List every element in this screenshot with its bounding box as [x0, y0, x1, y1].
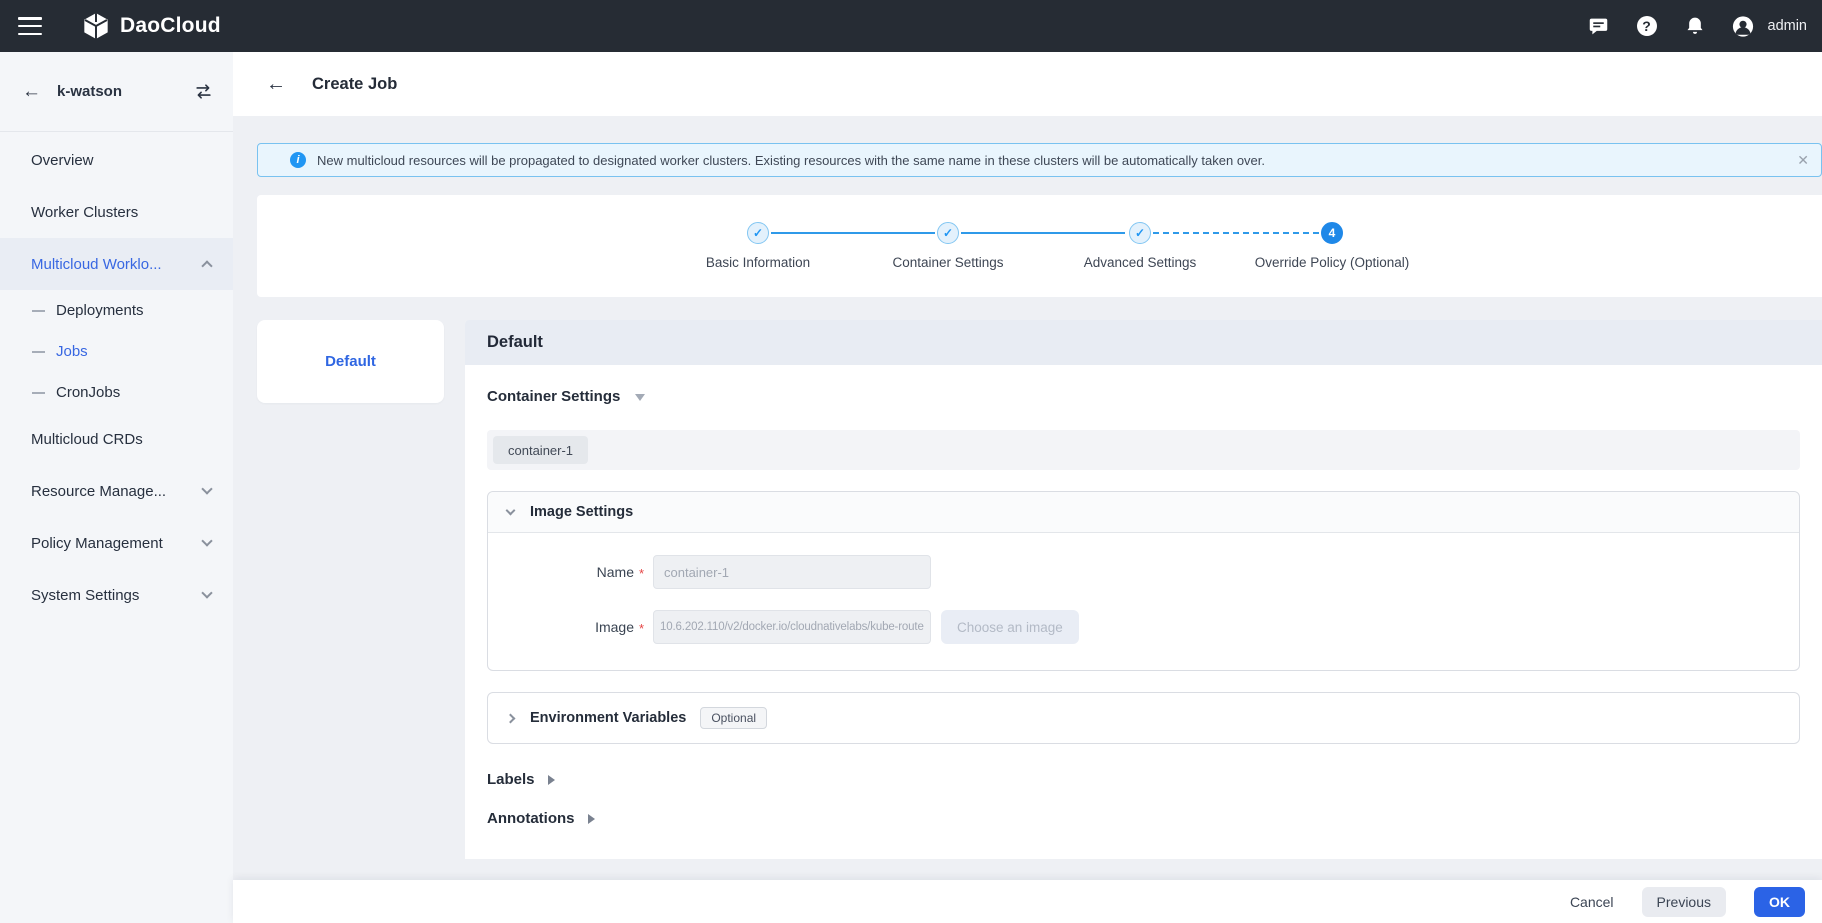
policy-card-label: Default: [325, 353, 376, 370]
sidebar-item-multicloud-crds[interactable]: Multicloud CRDs: [0, 413, 233, 465]
environment-variables-title: Environment Variables: [530, 710, 686, 726]
panel-title: Default: [487, 333, 543, 352]
step-container-settings: ✓ Container Settings: [858, 222, 1038, 270]
container-tab-strip: container-1: [487, 430, 1800, 470]
image-settings-header[interactable]: Image Settings: [488, 492, 1799, 533]
step-label: Advanced Settings: [1050, 255, 1230, 270]
container-image-input[interactable]: [653, 610, 931, 644]
expand-triangle-icon[interactable]: [548, 775, 555, 785]
switch-cluster-icon[interactable]: [194, 82, 213, 101]
step-check-icon: ✓: [747, 222, 769, 244]
page-title: Create Job: [312, 75, 397, 94]
brand-name: DaoCloud: [120, 14, 221, 38]
user-avatar[interactable]: [1732, 15, 1754, 37]
dash-icon: [32, 351, 45, 353]
sidebar-item-policy-management[interactable]: Policy Management: [0, 517, 233, 569]
panel-body: Container Settings container-1 Image: [465, 365, 1822, 859]
step-basic-information: ✓ Basic Information: [668, 222, 848, 270]
image-field-row: Image * Choose an image: [488, 610, 1799, 644]
step-number-icon: 4: [1321, 222, 1343, 244]
help-icon[interactable]: ?: [1636, 15, 1658, 37]
sidebar-item-resource-management[interactable]: Resource Manage...: [0, 465, 233, 517]
dropdown-triangle-icon[interactable]: [635, 394, 645, 401]
daocloud-logo-icon: [82, 12, 110, 40]
step-label: Basic Information: [668, 255, 848, 270]
username-label[interactable]: admin: [1768, 18, 1808, 34]
ok-button[interactable]: OK: [1754, 887, 1805, 917]
step-label: Override Policy (Optional): [1242, 255, 1422, 270]
sidebar-item-overview[interactable]: Overview: [0, 134, 233, 186]
panel-header: Default: [465, 320, 1822, 365]
required-asterisk: *: [639, 621, 653, 636]
topbar: DaoCloud ?: [0, 0, 1822, 52]
sidebar-item-jobs[interactable]: Jobs: [0, 331, 233, 372]
back-arrow-icon[interactable]: ←: [266, 74, 286, 94]
cluster-name: k-watson: [57, 83, 122, 100]
container-settings-title: Container Settings: [487, 388, 620, 405]
policy-card-default[interactable]: Default: [257, 320, 444, 403]
close-icon[interactable]: ✕: [1793, 149, 1813, 171]
name-label: Name: [488, 564, 634, 580]
step-check-icon: ✓: [937, 222, 959, 244]
hamburger-menu-icon[interactable]: [18, 17, 42, 35]
page-header: ← Create Job: [233, 52, 1822, 116]
container-tab[interactable]: container-1: [493, 436, 588, 464]
expand-triangle-icon[interactable]: [588, 814, 595, 824]
sidebar: ← k-watson Overview Worker Clusters Mult…: [0, 52, 233, 923]
step-check-icon: ✓: [1129, 222, 1151, 244]
default-policy-panel: Default Container Settings container-1: [465, 320, 1822, 859]
choose-image-button[interactable]: Choose an image: [941, 610, 1079, 644]
chevron-right-icon: [506, 713, 516, 723]
chevron-down-icon: [506, 506, 516, 516]
step-advanced-settings: ✓ Advanced Settings: [1050, 222, 1230, 270]
labels-row: Labels: [487, 771, 1800, 788]
chevron-down-icon: [201, 535, 212, 546]
footer-action-bar: Cancel Previous OK: [233, 880, 1822, 923]
notifications-bell-icon[interactable]: [1684, 15, 1706, 37]
environment-variables-header[interactable]: Environment Variables Optional: [488, 693, 1799, 743]
sidebar-item-multicloud-workloads[interactable]: Multicloud Worklo...: [0, 238, 233, 290]
image-settings-box: Image Settings Name * Image: [487, 491, 1800, 671]
chevron-down-icon: [201, 587, 212, 598]
topbar-right: ? admin: [1588, 15, 1808, 37]
dash-icon: [32, 310, 45, 312]
image-settings-form: Name * Image * Choose an image: [488, 533, 1799, 670]
sidebar-item-worker-clusters[interactable]: Worker Clusters: [0, 186, 233, 238]
optional-badge: Optional: [700, 707, 767, 729]
annotations-row: Annotations: [487, 810, 1800, 827]
info-icon: i: [290, 152, 306, 168]
stepper: ✓ Basic Information ✓ Container Settings…: [257, 195, 1822, 297]
content: i New multicloud resources will be propa…: [233, 116, 1822, 880]
brand: DaoCloud: [82, 12, 221, 40]
environment-variables-box: Environment Variables Optional: [487, 692, 1800, 744]
image-label: Image: [488, 619, 634, 635]
required-asterisk: *: [639, 566, 653, 581]
sidebar-item-cronjobs[interactable]: CronJobs: [0, 372, 233, 413]
back-arrow-icon[interactable]: ←: [22, 82, 41, 101]
name-field-row: Name *: [488, 555, 1799, 589]
override-policy-body: Default Default Container Settings: [257, 320, 1822, 859]
image-settings-title: Image Settings: [530, 504, 633, 520]
dash-icon: [32, 392, 45, 394]
messages-icon[interactable]: [1588, 15, 1610, 37]
labels-title: Labels: [487, 771, 535, 788]
container-name-input[interactable]: [653, 555, 931, 589]
sidebar-item-deployments[interactable]: Deployments: [0, 290, 233, 331]
sidebar-item-system-settings[interactable]: System Settings: [0, 569, 233, 621]
sidebar-nav: Overview Worker Clusters Multicloud Work…: [0, 132, 233, 621]
sidebar-cluster-header: ← k-watson: [0, 52, 233, 131]
main-area: ← Create Job i New multicloud resources …: [233, 52, 1822, 923]
chevron-down-icon: [201, 483, 212, 494]
alert-text: New multicloud resources will be propaga…: [317, 153, 1265, 168]
step-override-policy: 4 Override Policy (Optional): [1242, 222, 1422, 270]
step-label: Container Settings: [858, 255, 1038, 270]
info-alert: i New multicloud resources will be propa…: [257, 143, 1822, 177]
app-root: DaoCloud ?: [0, 0, 1822, 923]
container-settings-section-header: Container Settings: [487, 388, 1800, 405]
cancel-button[interactable]: Cancel: [1570, 894, 1614, 910]
annotations-title: Annotations: [487, 810, 575, 827]
chevron-up-icon: [201, 260, 212, 271]
previous-button[interactable]: Previous: [1642, 887, 1726, 917]
